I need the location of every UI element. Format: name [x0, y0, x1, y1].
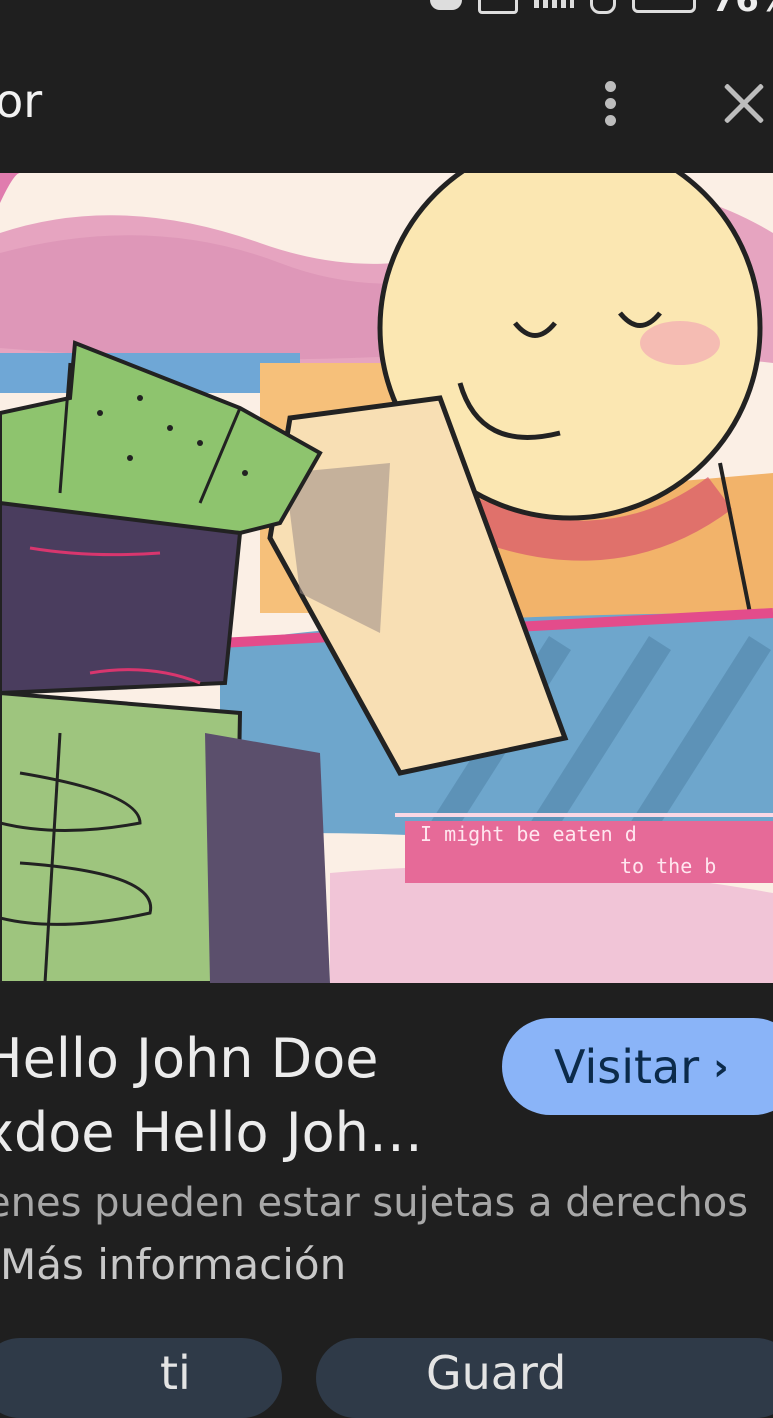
- result-title-line-1: Hello John Doe: [0, 1027, 379, 1090]
- preview-image[interactable]: I might be eaten d to the b: [0, 173, 773, 983]
- action-chip-1[interactable]: ti: [0, 1338, 282, 1418]
- chevron-right-icon: ›: [713, 1044, 729, 1089]
- viewer-header: [0, 60, 773, 150]
- notification-icon: [429, 0, 462, 10]
- more-info-link[interactable]: Más información: [0, 1240, 346, 1289]
- message-icon: [477, 0, 518, 14]
- result-title[interactable]: Hello John Doe xdoe Hello Joh…: [0, 1022, 452, 1170]
- battery-icon: [631, 0, 696, 13]
- result-title-line-2: xdoe Hello Joh…: [0, 1101, 423, 1164]
- save-chip[interactable]: Guard: [316, 1338, 773, 1418]
- battery-percent: 76%: [711, 0, 773, 20]
- wifi-icon: [589, 0, 616, 14]
- save-chip-label: Guard: [426, 1346, 567, 1400]
- caption-line-2: to the b: [620, 854, 716, 878]
- status-bar: 76%: [0, 0, 773, 40]
- illustration: I might be eaten d to the b: [0, 173, 773, 983]
- action-chip-1-label: ti: [160, 1346, 191, 1400]
- page-title: hor: [0, 74, 43, 128]
- caption-line-1: I might be eaten d: [420, 822, 637, 846]
- visit-button-label: Visitar: [554, 1039, 700, 1094]
- close-button[interactable]: [720, 80, 768, 128]
- more-options-button[interactable]: [588, 78, 634, 130]
- visit-button[interactable]: Visitar ›: [502, 1018, 773, 1115]
- copyright-notice: enes pueden estar sujetas a derechos: [0, 1180, 749, 1226]
- signal-icon: [533, 0, 574, 8]
